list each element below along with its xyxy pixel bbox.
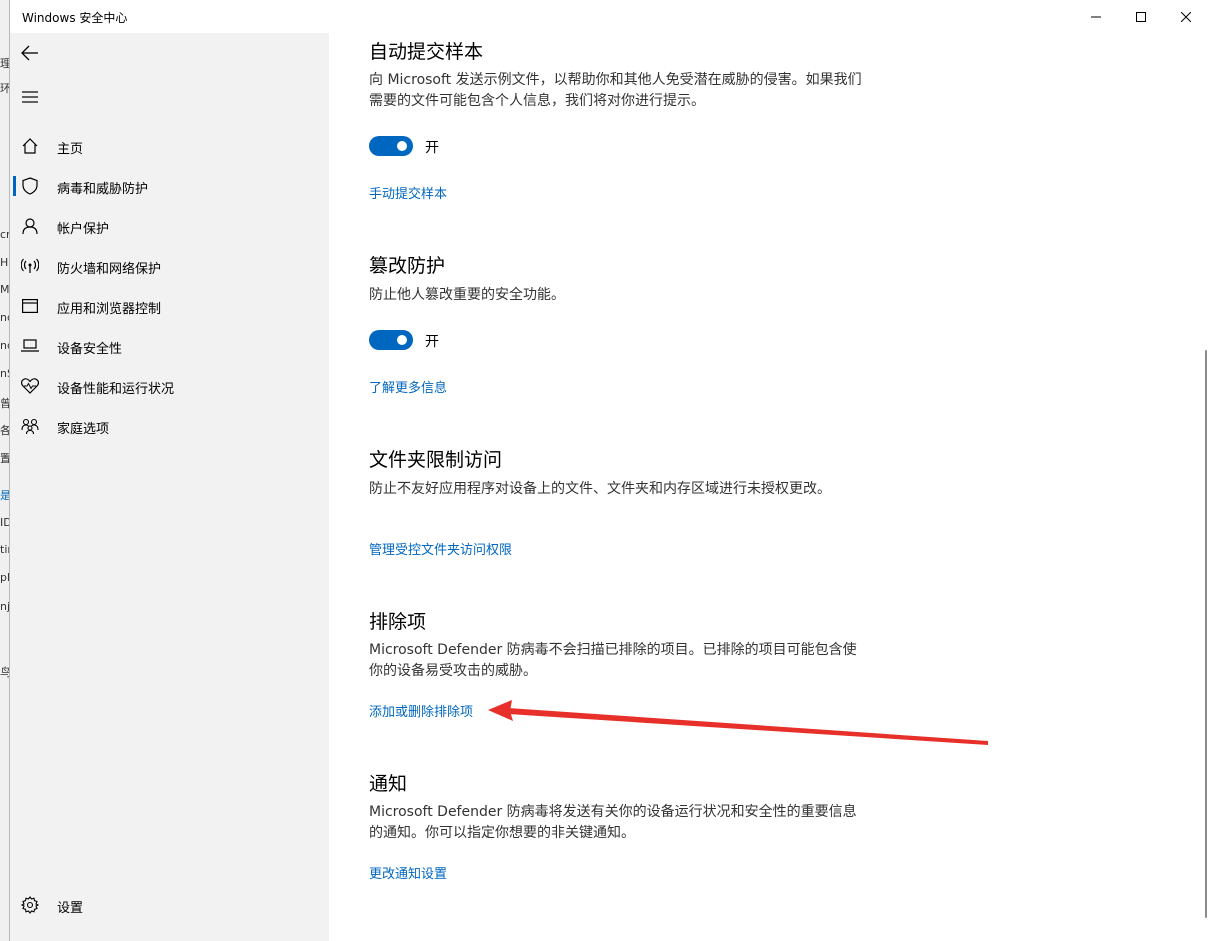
toggle-state-label: 开	[425, 334, 439, 350]
title-bar[interactable]: Windows 安全中心	[10, 0, 1216, 33]
family-icon	[20, 416, 40, 436]
section-title-tamper-protection: 篡改防护	[369, 255, 446, 277]
home-icon	[20, 136, 40, 156]
sidebar-item-home[interactable]: 主页	[10, 126, 329, 166]
section-title-notifications: 通知	[369, 773, 408, 795]
back-button[interactable]	[18, 41, 42, 65]
sidebar-item-label: 应用和浏览器控制	[57, 302, 162, 317]
sidebar-item-device-security[interactable]: 设备安全性	[10, 326, 329, 366]
tamper-protection-toggle[interactable]	[369, 330, 413, 350]
toggle-state-label: 开	[425, 140, 439, 156]
sidebar-item-settings[interactable]: 设置	[10, 885, 329, 925]
active-indicator	[13, 176, 16, 196]
section-description: 防止他人篡改重要的安全功能。	[369, 287, 565, 303]
sidebar: 主页 病毒和威胁防护 帐户保护 防火墙和网络保护 应用和浏览器控制 设备安全性 …	[10, 33, 329, 941]
section-title-controlled-folder-access: 文件夹限制访问	[369, 449, 503, 471]
maximize-icon	[1136, 11, 1146, 22]
laptop-icon	[20, 336, 40, 356]
sidebar-item-label: 病毒和威胁防护	[57, 182, 149, 197]
sidebar-item-device-performance[interactable]: 设备性能和运行状况	[10, 366, 329, 406]
section-description: 向 Microsoft 发送示例文件，以帮助你和其他人免受潜在威胁的侵害。如果我…	[369, 72, 862, 109]
learn-more-link[interactable]: 了解更多信息	[369, 377, 447, 396]
manage-controlled-folder-access-link[interactable]: 管理受控文件夹访问权限	[369, 539, 512, 558]
sidebar-item-label: 设置	[57, 901, 84, 916]
submit-sample-manually-link[interactable]: 手动提交样本	[369, 183, 447, 202]
heart-pulse-icon	[20, 376, 40, 396]
hamburger-menu-button[interactable]	[18, 85, 42, 109]
section-description: Microsoft Defender 防病毒将发送有关你的设备运行状况和安全性的…	[369, 804, 857, 841]
close-button[interactable]	[1163, 0, 1209, 33]
toggle-knob	[397, 335, 407, 345]
section-title-auto-sample: 自动提交样本	[369, 41, 484, 63]
sidebar-item-app-browser-control[interactable]: 应用和浏览器控制	[10, 286, 329, 326]
browser-window-icon	[20, 296, 40, 316]
security-center-window: Windows 安全中心 主页 病毒和威胁防护 帐户保护 防火墙和网络保护 应用…	[9, 0, 1216, 941]
window-title: Windows 安全中心	[22, 11, 128, 25]
sidebar-item-family-options[interactable]: 家庭选项	[10, 406, 329, 446]
sidebar-item-virus-protection[interactable]: 病毒和威胁防护	[10, 166, 329, 206]
person-icon	[20, 216, 40, 236]
sidebar-item-label: 帐户保护	[57, 222, 110, 237]
section-title-exclusions: 排除项	[369, 611, 427, 633]
section-description: Microsoft Defender 防病毒不会扫描已排除的项目。已排除的项目可…	[369, 642, 857, 679]
toggle-knob	[397, 141, 407, 151]
sidebar-item-account-protection[interactable]: 帐户保护	[10, 206, 329, 246]
auto-sample-toggle[interactable]	[369, 136, 413, 156]
vertical-scrollbar[interactable]	[1205, 350, 1207, 918]
sidebar-item-label: 设备性能和运行状况	[57, 382, 175, 397]
sidebar-item-label: 防火墙和网络保护	[57, 262, 162, 277]
main-content: 自动提交样本 向 Microsoft 发送示例文件，以帮助你和其他人免受潜在威胁…	[329, 33, 1216, 941]
minimize-button[interactable]	[1073, 0, 1119, 33]
sidebar-item-label: 设备安全性	[57, 342, 123, 357]
section-description: 防止不友好应用程序对设备上的文件、文件夹和内存区域进行未授权更改。	[369, 481, 831, 497]
shield-icon	[20, 176, 40, 196]
maximize-button[interactable]	[1118, 0, 1164, 33]
change-notification-settings-link[interactable]: 更改通知设置	[369, 863, 447, 882]
gear-icon	[20, 895, 40, 915]
sidebar-item-firewall[interactable]: 防火墙和网络保护	[10, 246, 329, 286]
close-icon	[1181, 11, 1191, 22]
back-arrow-icon	[21, 45, 38, 61]
add-remove-exclusions-link[interactable]: 添加或删除排除项	[369, 701, 473, 720]
hamburger-icon	[22, 91, 38, 103]
sidebar-item-label: 家庭选项	[57, 422, 110, 437]
minimize-icon	[1091, 16, 1101, 17]
wifi-signal-icon	[20, 256, 40, 276]
sidebar-item-label: 主页	[57, 142, 84, 157]
